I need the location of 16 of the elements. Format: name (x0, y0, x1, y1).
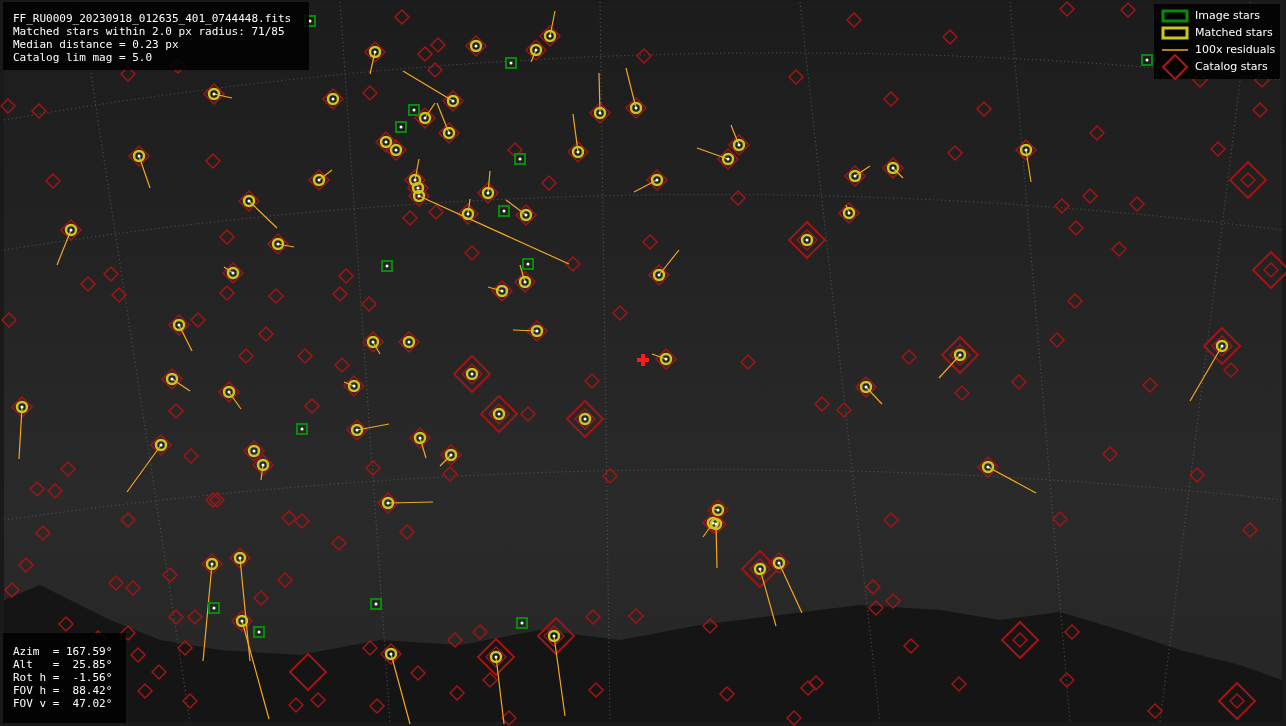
legend-label: Matched stars (1195, 24, 1273, 41)
legend-marker-icon (1160, 26, 1190, 40)
info-text: FF_RU0009_20230918_012635_401_0744448.fits (13, 12, 293, 25)
center-cross-icon (635, 352, 651, 368)
pointing-text: FOV h = 88.42° (13, 684, 114, 697)
pointing-text: Rot h = -1.56° (13, 671, 114, 684)
info-text: Median distance = 0.23 px (13, 38, 180, 51)
info-text: Catalog lim mag = 5.0 (13, 51, 154, 64)
pointing-text: FOV v = 47.02° (13, 697, 114, 710)
pointing-text: Alt = 25.85° (13, 658, 114, 671)
legend-marker-icon (1160, 9, 1190, 23)
legend-label: Catalog stars (1195, 58, 1268, 75)
pointing-text: Azim = 167.59° (13, 645, 114, 658)
legend-label: Image stars (1195, 7, 1260, 24)
legend-label: 100x residuals (1195, 41, 1276, 58)
info-text: Matched stars within 2.0 px radius: 71/85 (13, 25, 286, 38)
